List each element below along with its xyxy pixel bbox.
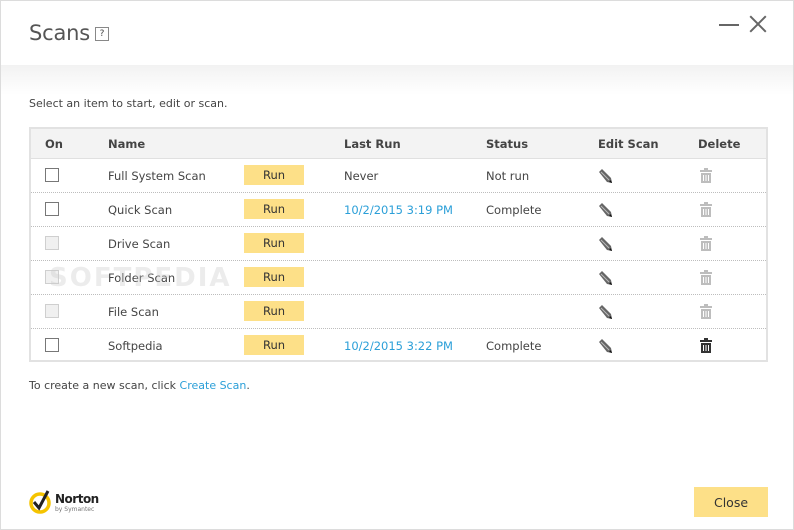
table-row: Drive Scan Run bbox=[31, 227, 766, 261]
edit-pencil-icon[interactable] bbox=[597, 270, 613, 286]
table-row: Full System Scan Run Never Not run bbox=[31, 159, 766, 193]
edit-pencil-icon[interactable] bbox=[597, 338, 613, 354]
scan-name: File Scan bbox=[108, 305, 159, 319]
run-button[interactable]: Run bbox=[244, 199, 304, 219]
scan-enable-checkbox[interactable] bbox=[45, 168, 59, 182]
norton-logo: Norton by Symantec bbox=[29, 488, 109, 518]
scan-status: Complete bbox=[486, 203, 542, 217]
header-status: Status bbox=[486, 137, 529, 151]
scan-name: Drive Scan bbox=[108, 237, 171, 251]
run-button[interactable]: Run bbox=[244, 335, 304, 355]
scan-name: Softpedia bbox=[108, 339, 163, 353]
scan-name: Folder Scan bbox=[108, 271, 176, 285]
title-bar: Scans ? bbox=[1, 1, 793, 65]
edit-pencil-icon[interactable] bbox=[597, 202, 613, 218]
scan-status: Not run bbox=[486, 169, 530, 183]
edit-pencil-icon[interactable] bbox=[597, 236, 613, 252]
header-delete: Delete bbox=[698, 137, 741, 151]
table-row: File Scan Run bbox=[31, 295, 766, 329]
scan-enable-checkbox bbox=[45, 236, 59, 250]
last-run[interactable]: 10/2/2015 3:22 PM bbox=[344, 339, 453, 353]
close-button[interactable]: Close bbox=[694, 487, 768, 517]
scan-status: Complete bbox=[486, 339, 542, 353]
create-scan-link[interactable]: Create Scan bbox=[180, 379, 247, 392]
scans-window: Scans ? Select an item to start, edit or… bbox=[0, 0, 794, 530]
table-row: Folder Scan Run bbox=[31, 261, 766, 295]
table-row: Quick Scan Run 10/2/2015 3:19 PM Complete bbox=[31, 193, 766, 227]
scans-table: On Name Last Run Status Edit Scan Delete… bbox=[29, 127, 768, 362]
scan-enable-checkbox bbox=[45, 304, 59, 318]
header-edit-scan: Edit Scan bbox=[598, 137, 659, 151]
delete-trash-icon bbox=[699, 304, 713, 320]
run-button[interactable]: Run bbox=[244, 165, 304, 185]
header-last-run: Last Run bbox=[344, 137, 401, 151]
run-button[interactable]: Run bbox=[244, 267, 304, 287]
scan-enable-checkbox[interactable] bbox=[45, 338, 59, 352]
last-run: Never bbox=[344, 169, 379, 183]
delete-trash-icon bbox=[699, 236, 713, 252]
edit-pencil-icon[interactable] bbox=[597, 168, 613, 184]
create-scan-note: To create a new scan, click Create Scan. bbox=[29, 379, 250, 392]
minimize-icon[interactable] bbox=[717, 13, 741, 37]
logo-name: Norton bbox=[55, 492, 99, 506]
create-scan-prefix: To create a new scan, click bbox=[29, 379, 180, 392]
delete-trash-icon bbox=[699, 168, 713, 184]
create-scan-suffix: . bbox=[246, 379, 250, 392]
run-button[interactable]: Run bbox=[244, 301, 304, 321]
page-title: Scans bbox=[29, 21, 90, 45]
help-button[interactable]: ? bbox=[95, 27, 109, 41]
header-on: On bbox=[45, 137, 63, 151]
edit-pencil-icon[interactable] bbox=[597, 304, 613, 320]
header-name: Name bbox=[108, 137, 146, 151]
instruction-text: Select an item to start, edit or scan. bbox=[29, 97, 228, 110]
scan-name: Full System Scan bbox=[108, 169, 206, 183]
norton-check-icon bbox=[29, 490, 51, 514]
delete-trash-icon bbox=[699, 202, 713, 218]
run-button[interactable]: Run bbox=[244, 233, 304, 253]
scan-name: Quick Scan bbox=[108, 203, 173, 217]
header-band bbox=[1, 65, 793, 95]
scan-enable-checkbox bbox=[45, 270, 59, 284]
table-row: Softpedia Run 10/2/2015 3:22 PM Complete bbox=[31, 329, 766, 363]
scan-enable-checkbox[interactable] bbox=[45, 202, 59, 216]
last-run[interactable]: 10/2/2015 3:19 PM bbox=[344, 203, 453, 217]
delete-trash-icon bbox=[699, 270, 713, 286]
table-header: On Name Last Run Status Edit Scan Delete bbox=[31, 129, 766, 159]
delete-trash-icon[interactable] bbox=[699, 338, 713, 354]
close-icon[interactable] bbox=[745, 11, 771, 37]
logo-sub: by Symantec bbox=[55, 506, 95, 513]
